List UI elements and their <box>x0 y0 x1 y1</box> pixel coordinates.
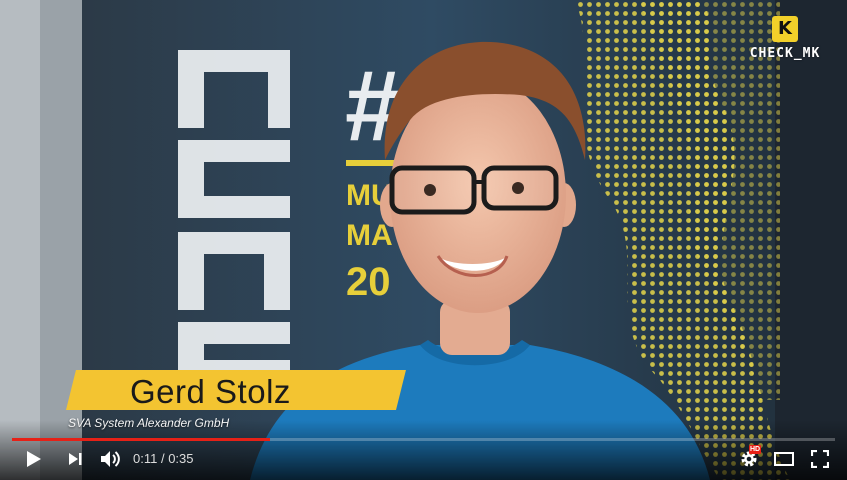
logo-mark: K <box>778 18 792 39</box>
theater-mode-icon <box>774 452 794 466</box>
controls-gradient <box>0 420 847 480</box>
volume-icon <box>101 451 120 467</box>
svg-text:MA: MA <box>346 219 393 252</box>
progress-bar[interactable] <box>12 438 835 441</box>
fullscreen-button[interactable] <box>808 448 832 470</box>
progress-played <box>12 438 271 441</box>
play-icon <box>27 451 41 467</box>
channel-logo: K CHECK_MK <box>743 16 827 61</box>
video-player[interactable]: # MU MA 20 K CHECK_MK Gerd Stolz 0:11 / … <box>0 0 847 480</box>
fullscreen-icon <box>811 450 829 468</box>
lower-third: Gerd Stolz <box>66 370 406 410</box>
current-time: 0:11 <box>133 451 158 466</box>
time-display: 0:11 / 0:35 <box>133 451 194 466</box>
volume-button[interactable] <box>98 448 124 470</box>
theater-mode-button[interactable] <box>772 448 796 470</box>
svg-text:20: 20 <box>346 260 391 304</box>
logo-text: CHECK_MK <box>749 46 821 61</box>
hd-badge: HD <box>749 445 762 454</box>
time-separator: / <box>157 451 169 466</box>
settings-button[interactable]: HD <box>737 445 762 470</box>
play-button[interactable] <box>22 448 46 470</box>
duration: 0:35 <box>168 451 194 466</box>
logo-badge: K <box>772 16 798 42</box>
next-icon <box>69 453 82 465</box>
next-button[interactable] <box>63 448 87 470</box>
speaker-name: Gerd Stolz <box>130 373 291 410</box>
